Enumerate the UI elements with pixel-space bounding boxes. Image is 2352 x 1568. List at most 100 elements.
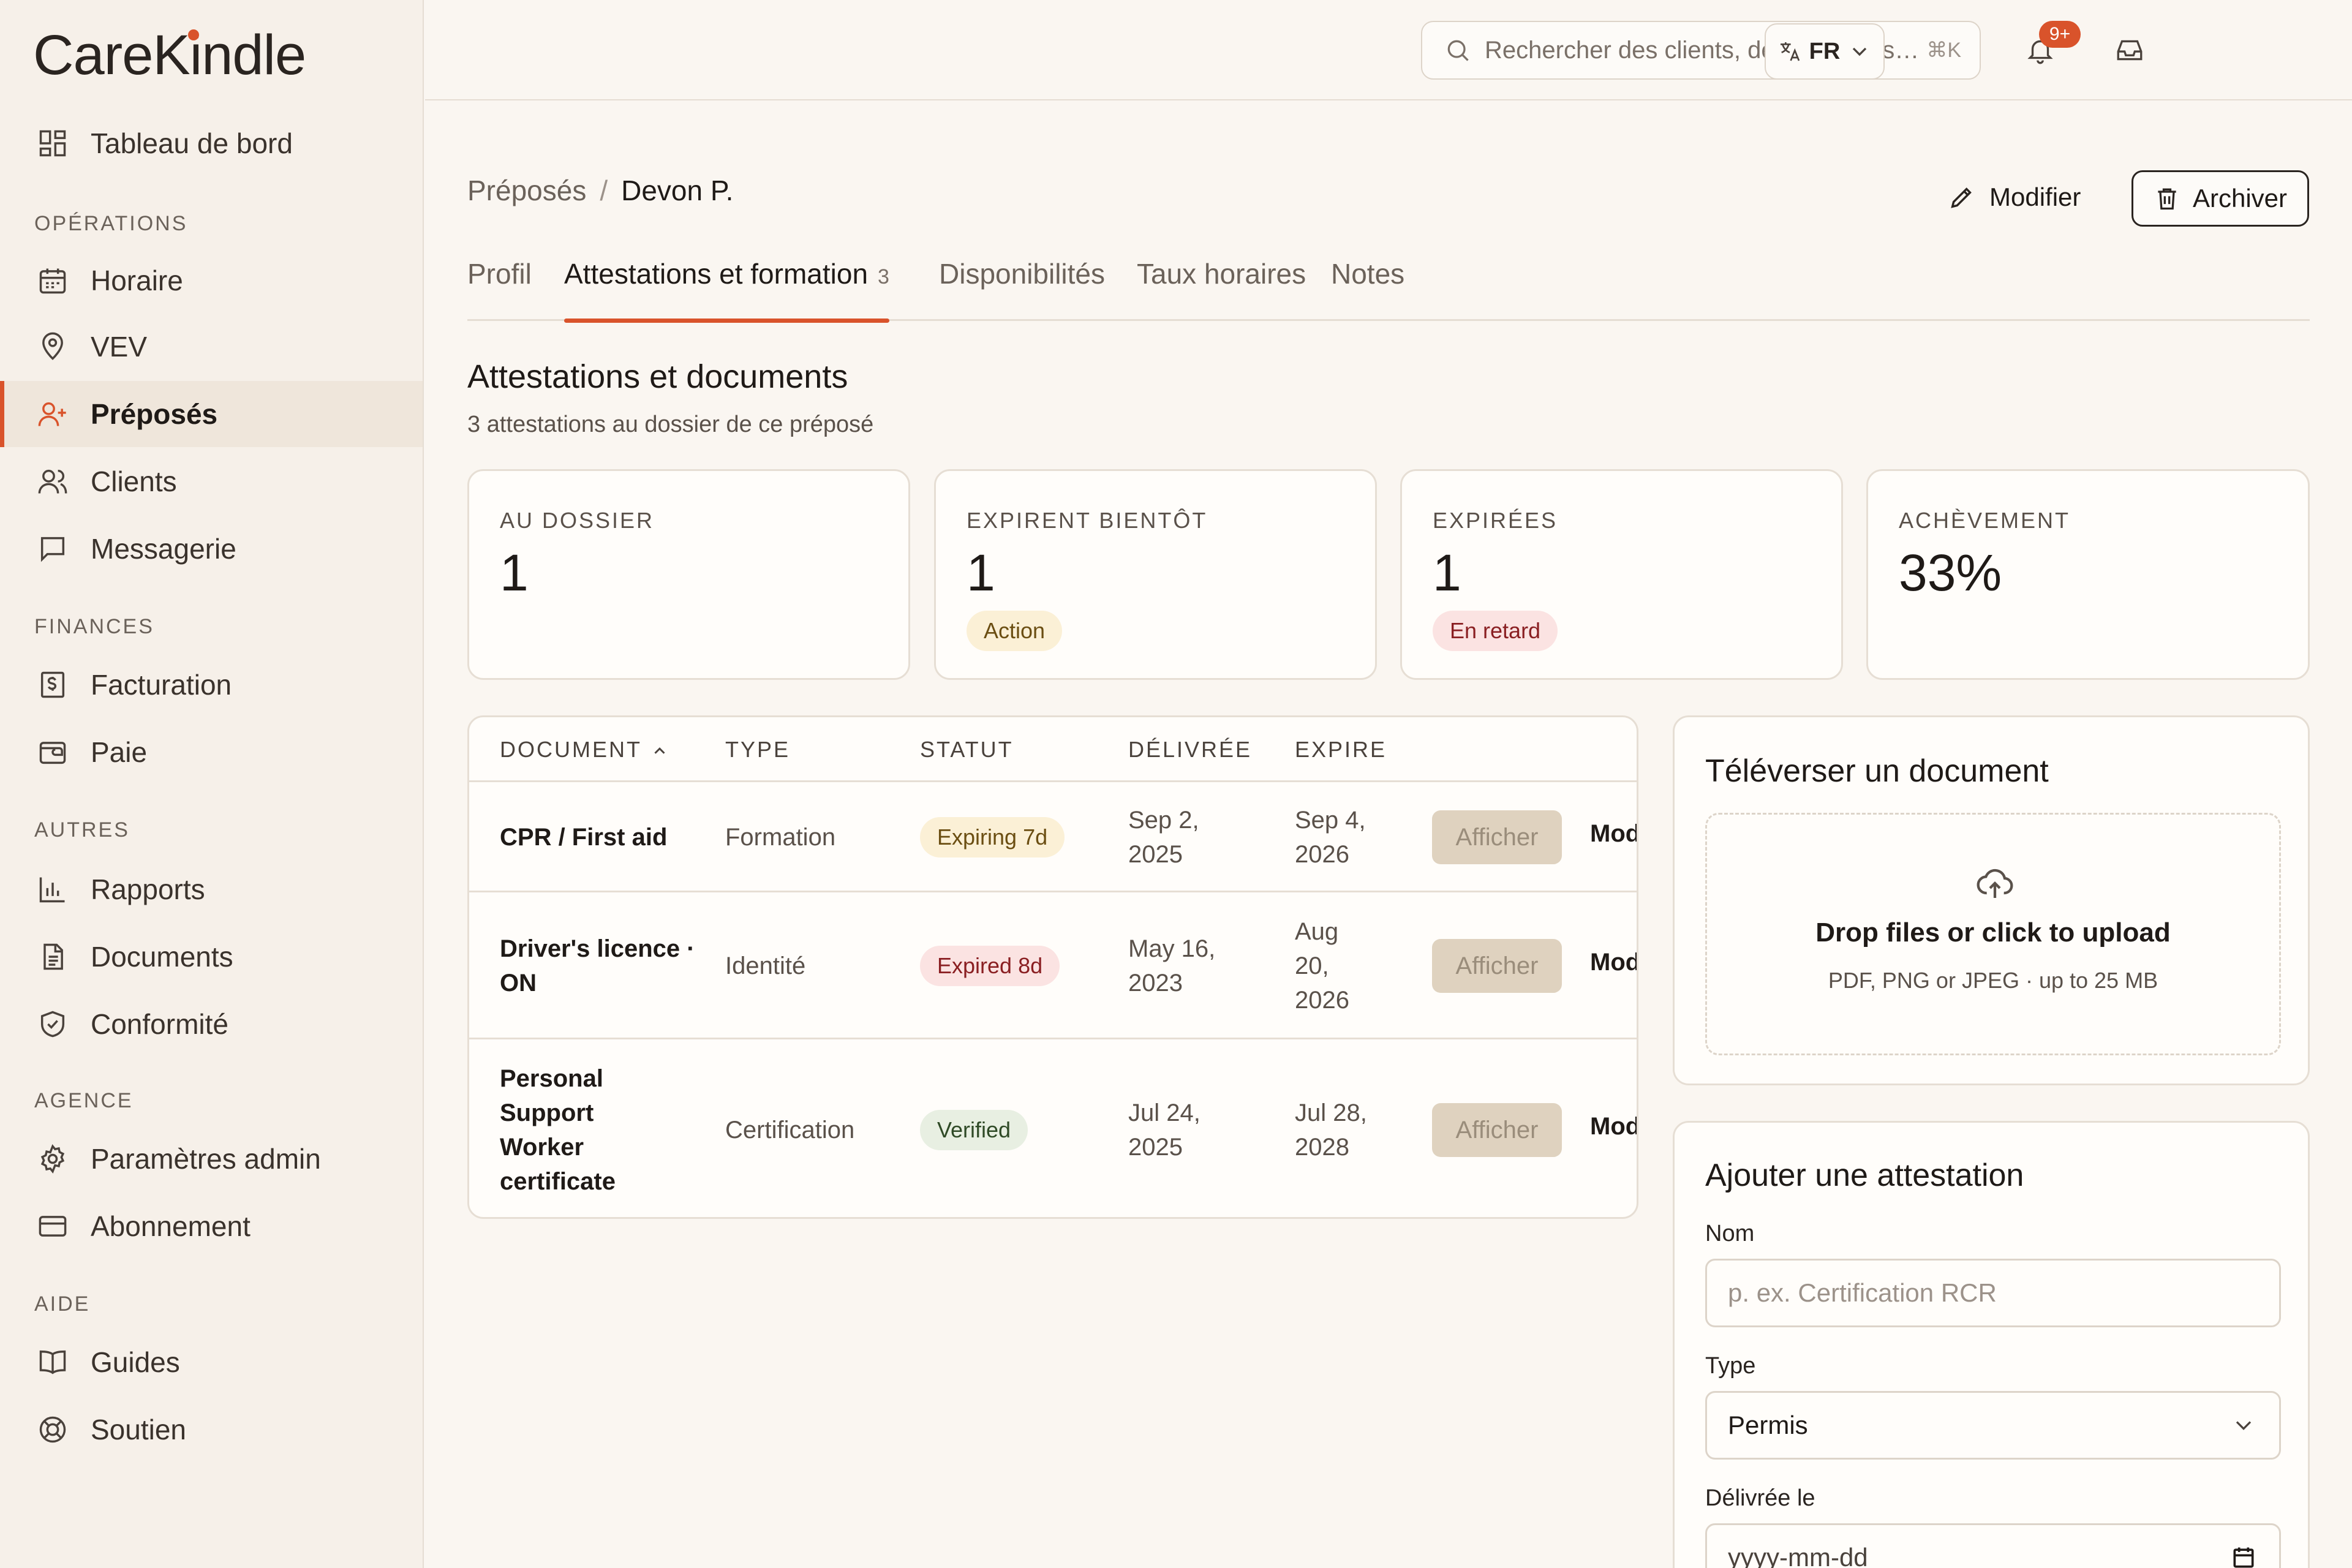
issued-date-field[interactable]: yyyy-mm-dd <box>1705 1523 2281 1568</box>
cell-issued: May 16, 2023 <box>1128 935 1216 997</box>
section-subtitle: 3 attestations au dossier de ce préposé <box>467 412 874 437</box>
tab-label: Notes <box>1331 258 1405 290</box>
status-badge: Expiring 7d <box>920 817 1065 858</box>
dropzone-title: Drop files or click to upload <box>1815 918 2171 948</box>
sidebar-item-horaire[interactable]: Horaire <box>0 247 423 314</box>
chevron-down-icon <box>1853 47 1867 56</box>
sidebar-item-label: Horaire <box>91 265 183 296</box>
table-row: CPR / First aid Formation Expiring 7d Se… <box>469 782 1637 892</box>
upload-card: Téléverser un document Drop files or cli… <box>1673 715 2310 1085</box>
sidebar-item-clients[interactable]: Clients <box>0 448 423 514</box>
stat-card-completion: ACHÈVEMENT 33% <box>1866 469 2310 680</box>
upload-title: Téléverser un document <box>1705 753 2049 789</box>
breadcrumb-separator: / <box>600 175 608 206</box>
column-status[interactable]: STATUT <box>920 737 1014 763</box>
breadcrumb-current: Devon P. <box>621 175 734 206</box>
sidebar-item-label: Documents <box>91 941 233 973</box>
invoice-icon <box>40 671 65 698</box>
breadcrumb: Préposés / Devon P. <box>467 174 733 207</box>
type-value: Permis <box>1728 1411 1808 1439</box>
archive-label: Archiver <box>2192 184 2288 213</box>
type-select[interactable]: Permis <box>1705 1391 2281 1460</box>
modify-button[interactable]: Modifier <box>1590 1113 1637 1140</box>
sidebar-item-preposes[interactable]: Préposés <box>0 381 423 447</box>
add-attestation-form: Ajouter une attestation Nom p. ex. Certi… <box>1673 1121 2310 1568</box>
tab-taux-horaires[interactable]: Taux horaires <box>1137 257 1306 321</box>
view-button[interactable]: Afficher <box>1432 810 1562 864</box>
dropzone-subtitle: PDF, PNG or JPEG · up to 25 MB <box>1828 968 2158 993</box>
modify-button[interactable]: Modifier <box>1590 820 1637 848</box>
sidebar-item-facturation[interactable]: Facturation <box>0 652 423 718</box>
name-label: Nom <box>1705 1221 1755 1246</box>
name-field[interactable]: p. ex. Certification RCR <box>1705 1259 2281 1327</box>
sidebar-item-label: Conformité <box>91 1008 228 1040</box>
dashboard-icon <box>39 130 66 157</box>
status-badge: Expired 8d <box>920 946 1060 986</box>
pencil-icon <box>1951 187 1972 208</box>
book-icon <box>39 1350 66 1374</box>
lifebuoy-icon <box>39 1416 66 1443</box>
sidebar-item-soutien[interactable]: Soutien <box>0 1396 423 1463</box>
archive-button[interactable]: Archiver <box>2132 170 2309 227</box>
search-shortcut: ⌘K <box>1926 39 1961 62</box>
tab-disponibilites[interactable]: Disponibilités <box>939 257 1105 321</box>
column-document[interactable]: DOCUMENT <box>500 737 669 763</box>
tab-count: 3 <box>878 265 889 288</box>
name-placeholder: p. ex. Certification RCR <box>1728 1278 1997 1307</box>
sidebar-item-conformite[interactable]: Conformité <box>0 991 423 1057</box>
tab-profil[interactable]: Profil <box>467 257 532 321</box>
notifications-button[interactable]: 9+ <box>2016 21 2081 75</box>
section-finances: FINANCES <box>34 615 154 638</box>
sidebar-item-label: Tableau de bord <box>91 127 293 159</box>
column-expires[interactable]: EXPIRE <box>1295 737 1387 763</box>
sidebar-item-label: Messagerie <box>91 533 236 565</box>
cell-document: Personal Support Worker certificate <box>500 1065 616 1195</box>
cell-expires: Sep 4, 2026 <box>1295 807 1366 868</box>
section-autres: AUTRES <box>34 818 130 842</box>
tab-label: Profil <box>467 258 532 290</box>
issued-label: Délivrée le <box>1705 1485 1815 1511</box>
tab-attestations[interactable]: Attestations et formation 3 <box>564 257 889 323</box>
language-selector[interactable]: FR <box>1765 23 1885 80</box>
cloud-upload-icon <box>1977 869 2013 898</box>
sidebar-item-label: Paramètres admin <box>91 1143 321 1175</box>
inbox-button[interactable] <box>2105 26 2154 75</box>
edit-button[interactable]: Modifier <box>1948 172 2081 223</box>
search-input[interactable]: Rechercher des clients, des préposés… ⌘K <box>1421 21 1981 80</box>
topbar: Rechercher des clients, des préposés… ⌘K… <box>425 0 2352 100</box>
sidebar-item-paie[interactable]: Paie <box>0 719 423 785</box>
sidebar-item-vev[interactable]: VEV <box>0 314 423 380</box>
sidebar-item-label: Paie <box>91 736 148 768</box>
modify-button[interactable]: Modifier <box>1590 949 1637 976</box>
view-button[interactable]: Afficher <box>1432 1103 1562 1157</box>
tab-label: Disponibilités <box>939 258 1106 290</box>
sidebar-item-documents[interactable]: Documents <box>0 924 423 990</box>
table-header: DOCUMENT TYPE STATUT DÉLIVRÉE EXPIRE <box>469 717 1637 782</box>
sidebar-item-abonnement[interactable]: Abonnement <box>0 1193 423 1259</box>
sidebar-item-messagerie[interactable]: Messagerie <box>0 516 423 582</box>
sidebar-item-label: Clients <box>91 466 177 497</box>
sidebar-item-guides[interactable]: Guides <box>0 1329 423 1395</box>
stat-label: EXPIRENT BIENTÔT <box>967 508 1208 533</box>
sidebar-item-label: Facturation <box>91 669 232 701</box>
inbox-icon <box>2117 40 2143 61</box>
tab-notes[interactable]: Notes <box>1331 257 1404 321</box>
column-issued[interactable]: DÉLIVRÉE <box>1128 737 1252 763</box>
cell-expires: Aug 20, 2026 <box>1295 918 1349 1014</box>
view-button[interactable]: Afficher <box>1432 939 1562 993</box>
breadcrumb-parent[interactable]: Préposés <box>467 175 586 206</box>
sidebar-item-label: Soutien <box>91 1414 187 1446</box>
upload-dropzone[interactable]: Drop files or click to upload PDF, PNG o… <box>1705 813 2281 1055</box>
sidebar-item-rapports[interactable]: Rapports <box>0 856 423 922</box>
sort-asc-icon <box>654 747 665 755</box>
sidebar-item-label: Rapports <box>91 873 205 905</box>
column-label: DOCUMENT <box>500 737 642 762</box>
stat-card-on-file: AU DOSSIER 1 <box>467 469 910 680</box>
type-label: Type <box>1705 1353 1756 1379</box>
sidebar-item-dashboard[interactable]: Tableau de bord <box>0 110 423 176</box>
column-type[interactable]: TYPE <box>725 737 790 763</box>
app-logo[interactable]: CareKindle <box>33 27 306 83</box>
sidebar-item-parametres[interactable]: Paramètres admin <box>0 1126 423 1192</box>
date-placeholder: yyyy-mm-dd <box>1728 1543 1868 1568</box>
calendar-icon[interactable] <box>2230 1544 2257 1568</box>
